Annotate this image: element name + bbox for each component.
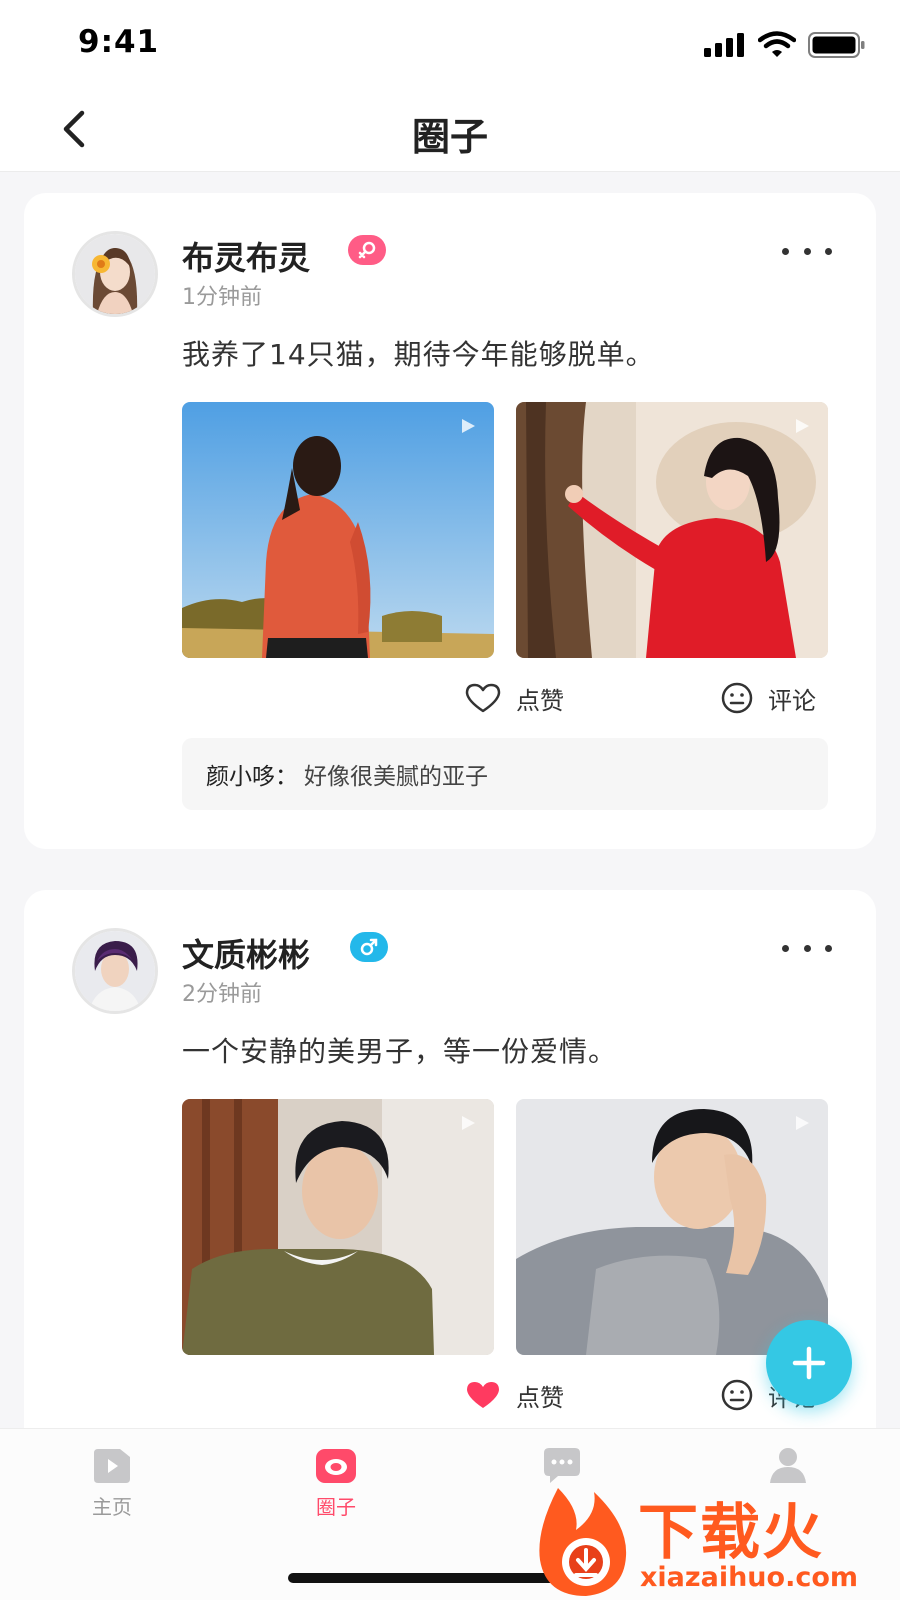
avatar-woman-image [75, 234, 155, 314]
battery-icon [808, 32, 865, 58]
video-icon [94, 1449, 130, 1483]
play-icon [462, 419, 475, 433]
nav-bar: 圈子 [0, 86, 900, 172]
play-icon [796, 1116, 809, 1130]
more-dot [782, 944, 789, 952]
comment-author: 颜小哆 [206, 764, 275, 790]
tab-circle[interactable]: 圈子 [276, 1445, 396, 1525]
comment-face-icon [721, 1379, 753, 1411]
more-dot [782, 247, 789, 255]
watermark: 下载火 xiazaihuo.com [528, 1480, 900, 1600]
plus-icon [792, 1346, 826, 1380]
avatar[interactable] [72, 231, 158, 317]
post-image[interactable] [182, 1099, 494, 1355]
man-grey-jacket-photo [516, 1099, 828, 1355]
post-card: 布灵布灵 1分钟前 我养了14只猫，期待今年能够脱单。 点赞 评论 颜小哆 ： … [24, 193, 876, 849]
more-dot [803, 944, 811, 952]
heart-outline-icon [465, 683, 501, 713]
avatar[interactable] [72, 928, 158, 1014]
more-dot [803, 247, 811, 255]
chat-icon [544, 1448, 580, 1483]
add-post-button[interactable] [766, 1320, 852, 1406]
page-title: 圈子 [411, 115, 488, 159]
post-card: 文质彬彬 2分钟前 一个安静的美男子，等一份爱情。 点赞 [24, 890, 876, 1450]
play-icon [796, 419, 809, 433]
tab-home[interactable]: 主页 [52, 1445, 172, 1525]
tab-label: 主页 [92, 1495, 132, 1519]
watermark-url: xiazaihuo.com [640, 1562, 859, 1593]
status-time: 9:41 [78, 24, 160, 60]
more-dot [825, 944, 832, 952]
like-label: 点赞 [516, 686, 564, 715]
like-button[interactable]: 点赞 [464, 680, 564, 716]
comment-preview[interactable]: 颜小哆 ： 好像很美腻的亚子 [182, 738, 828, 810]
wifi-icon [758, 31, 796, 57]
signal-icon [704, 33, 744, 57]
like-label: 点赞 [516, 1383, 564, 1412]
gender-badge [348, 235, 386, 265]
post-text: 一个安静的美男子，等一份爱情。 [182, 1035, 618, 1068]
status-icons [704, 30, 866, 60]
more-dot [825, 247, 832, 255]
female-icon [358, 241, 376, 259]
comment-label: 评论 [768, 686, 816, 715]
post-image[interactable] [516, 1099, 828, 1355]
more-button[interactable] [782, 241, 832, 261]
woman-orange-sweater-photo [182, 402, 494, 658]
user-name[interactable]: 文质彬彬 [182, 930, 310, 976]
like-button[interactable]: 点赞 [464, 1377, 564, 1413]
user-icon [770, 1448, 806, 1483]
man-green-sweater-photo [182, 1099, 494, 1355]
play-icon [462, 1116, 475, 1130]
comment-separator: ： [275, 764, 298, 790]
post-time: 2分钟前 [182, 982, 262, 1007]
gender-badge [350, 932, 388, 962]
male-icon [360, 938, 378, 956]
camera-icon [316, 1449, 356, 1483]
watermark-text: 下载火 [638, 1498, 824, 1568]
status-bar: 9:41 [0, 0, 900, 86]
user-name[interactable]: 布灵布灵 [182, 233, 310, 279]
comment-button[interactable]: 评论 [720, 680, 816, 716]
comment-face-icon [721, 682, 753, 714]
post-image[interactable] [516, 402, 828, 658]
tab-label: 圈子 [316, 1495, 356, 1519]
post-time: 1分钟前 [182, 285, 262, 310]
heart-filled-icon [467, 1382, 499, 1408]
post-image[interactable] [182, 402, 494, 658]
woman-red-coat-photo [516, 402, 828, 658]
avatar-man-image [75, 931, 155, 1011]
comment-text: 好像很美腻的亚子 [304, 764, 488, 790]
more-button[interactable] [782, 938, 832, 958]
flame-logo-icon [539, 1488, 627, 1596]
post-text: 我养了14只猫，期待今年能够脱单。 [182, 338, 655, 371]
